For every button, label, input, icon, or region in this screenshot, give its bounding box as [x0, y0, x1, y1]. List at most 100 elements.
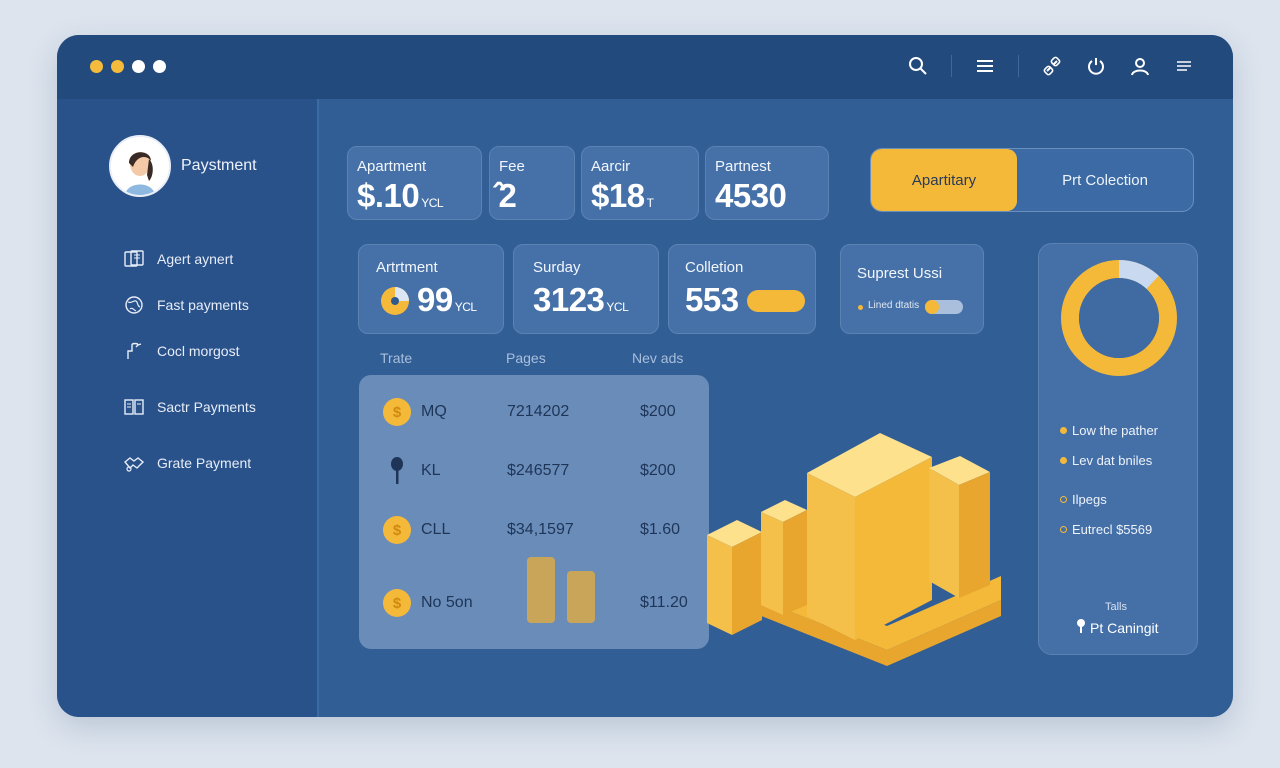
pin-icon	[1076, 619, 1086, 636]
row-name: MQ	[421, 403, 447, 420]
list-icon[interactable]	[1173, 55, 1195, 77]
stat-label: Fee	[499, 158, 525, 175]
footer-button[interactable]: Pt Caningit	[1076, 619, 1158, 636]
sidebar-item-label: Cocl morgost	[157, 343, 240, 359]
toggle-switch[interactable]	[925, 300, 963, 314]
sidebar-item-fast-payments[interactable]: Fast payments	[123, 293, 256, 317]
sidebar-nav: Agert aynert Fast payments Cocl morgost …	[123, 247, 256, 475]
payments-table: $ MQ 7214202 $200 KL $246577 $200 $ CLL …	[359, 375, 709, 649]
stat-card-partnest[interactable]: Partnest 4530	[705, 146, 829, 220]
window-dot[interactable]	[153, 60, 166, 73]
row-number: $34,1597	[507, 521, 574, 538]
stat-value: ̂2	[499, 177, 517, 214]
pin-icon	[389, 457, 405, 490]
sidebar-item-label: Grate Payment	[157, 455, 252, 471]
window-dots	[90, 60, 166, 73]
row-amount: $200	[640, 403, 676, 420]
power-icon[interactable]	[1085, 55, 1107, 77]
dollar-coin-icon: $	[383, 589, 411, 617]
wrench-icon	[123, 340, 145, 362]
window-dot[interactable]	[90, 60, 103, 73]
row-name: KL	[421, 462, 441, 479]
table-header: Trate	[380, 350, 413, 366]
row-amount: $11.20	[640, 594, 688, 611]
legend-dot	[858, 305, 863, 310]
avatar[interactable]	[109, 135, 171, 197]
segment-prt-colection[interactable]: Prt Colection	[1017, 149, 1193, 211]
stat-value: $.10 YCL	[357, 177, 444, 214]
app-window: Paystment Agert aynert Fast payments Coc…	[57, 35, 1233, 717]
row-amount: $1.60	[640, 521, 681, 538]
row-name: CLL	[421, 521, 451, 538]
dollar-coin-icon: $	[383, 398, 411, 426]
sidebar-item-label: Sactr Payments	[157, 399, 256, 415]
legend-item: Low the pather	[1060, 423, 1158, 438]
stat-label: Surday	[533, 259, 581, 276]
stat-label: Apartment	[357, 158, 427, 175]
segment-apartitary[interactable]: Apartitary	[871, 149, 1017, 211]
mini-bar	[527, 557, 555, 623]
stat-label: Colletion	[685, 259, 744, 276]
card-suprest-ussi[interactable]: Suprest Ussi Lined dtatis	[840, 244, 984, 334]
title-bar	[57, 35, 1233, 100]
stat-value: $18 T	[591, 177, 654, 214]
book-icon	[123, 396, 145, 418]
stat-label: Partnest	[715, 158, 771, 175]
legend-item: Eutrecl $5569	[1060, 522, 1152, 537]
search-icon[interactable]	[907, 55, 929, 77]
progress-pill	[747, 290, 805, 312]
stat-value: 99 YCL	[417, 281, 477, 318]
window-dot[interactable]	[111, 60, 124, 73]
table-header: Nev ads	[632, 350, 684, 366]
card-title: Suprest Ussi	[857, 265, 943, 282]
toolbar-divider	[951, 55, 952, 77]
stat-card-fee[interactable]: Fee ̂2	[489, 146, 575, 220]
legend-item: Lev dat bniles	[1060, 453, 1152, 468]
stat-card-aarcir[interactable]: Aarcir $18 T	[581, 146, 699, 220]
user-icon[interactable]	[1129, 55, 1151, 77]
row-number: 7214202	[507, 403, 570, 420]
table-row[interactable]: $ MQ 7214202 $200	[359, 396, 709, 428]
stat-label: Aarcir	[591, 158, 631, 175]
table-header: Pages	[506, 350, 546, 366]
profile[interactable]: Paystment	[109, 135, 257, 197]
row-amount: $200	[640, 462, 676, 479]
sidebar: Paystment Agert aynert Fast payments Coc…	[57, 99, 319, 717]
segmented-control: Apartitary Prt Colection	[870, 148, 1194, 212]
window-dot[interactable]	[132, 60, 145, 73]
bar-illustration	[707, 430, 1007, 670]
globe-icon	[123, 294, 145, 316]
dollar-coin-icon: $	[383, 516, 411, 544]
menu-icon[interactable]	[974, 55, 996, 77]
profile-name: Paystment	[181, 157, 257, 174]
toolbar	[907, 55, 1195, 77]
sidebar-item-agert-aynert[interactable]: Agert aynert	[123, 247, 256, 271]
table-row[interactable]: KL $246577 $200	[359, 455, 709, 487]
sidebar-item-sactr-payments[interactable]: Sactr Payments	[123, 395, 256, 419]
sidebar-item-grate-payment[interactable]: Grate Payment	[123, 451, 256, 475]
mini-pie-icon	[379, 285, 411, 322]
stat-card-artrtment[interactable]: Artrtment 99 YCL	[358, 244, 504, 334]
toolbar-divider	[1018, 55, 1019, 77]
stat-label: Artrtment	[376, 259, 438, 276]
sidebar-item-label: Fast payments	[157, 297, 249, 313]
sidebar-item-cocl-morgost[interactable]: Cocl morgost	[123, 339, 256, 363]
stat-value: 553	[685, 281, 739, 318]
summary-panel: Low the pather Lev dat bniles Ilpegs Eut…	[1038, 243, 1198, 655]
legend-item: Ilpegs	[1060, 492, 1107, 507]
row-name: No 5on	[421, 594, 473, 611]
stat-card-apartment[interactable]: Apartment $.10 YCL	[347, 146, 482, 220]
handshake-icon	[123, 452, 145, 474]
donut-chart	[1061, 260, 1177, 376]
stat-value: 4530	[715, 177, 787, 214]
link-icon[interactable]	[1041, 55, 1063, 77]
table-row[interactable]: $ CLL $34,1597 $1.60	[359, 514, 709, 546]
legend-label: Lined dtatis	[868, 300, 920, 311]
stat-value: 3123 YCL	[533, 281, 629, 318]
footer-label: Talls	[1105, 601, 1128, 613]
stat-card-colletion[interactable]: Colletion 553	[668, 244, 816, 334]
sidebar-item-label: Agert aynert	[157, 251, 234, 267]
document-icon	[123, 248, 145, 270]
mini-bar	[567, 571, 595, 623]
stat-card-surday[interactable]: Surday 3123 YCL	[513, 244, 659, 334]
